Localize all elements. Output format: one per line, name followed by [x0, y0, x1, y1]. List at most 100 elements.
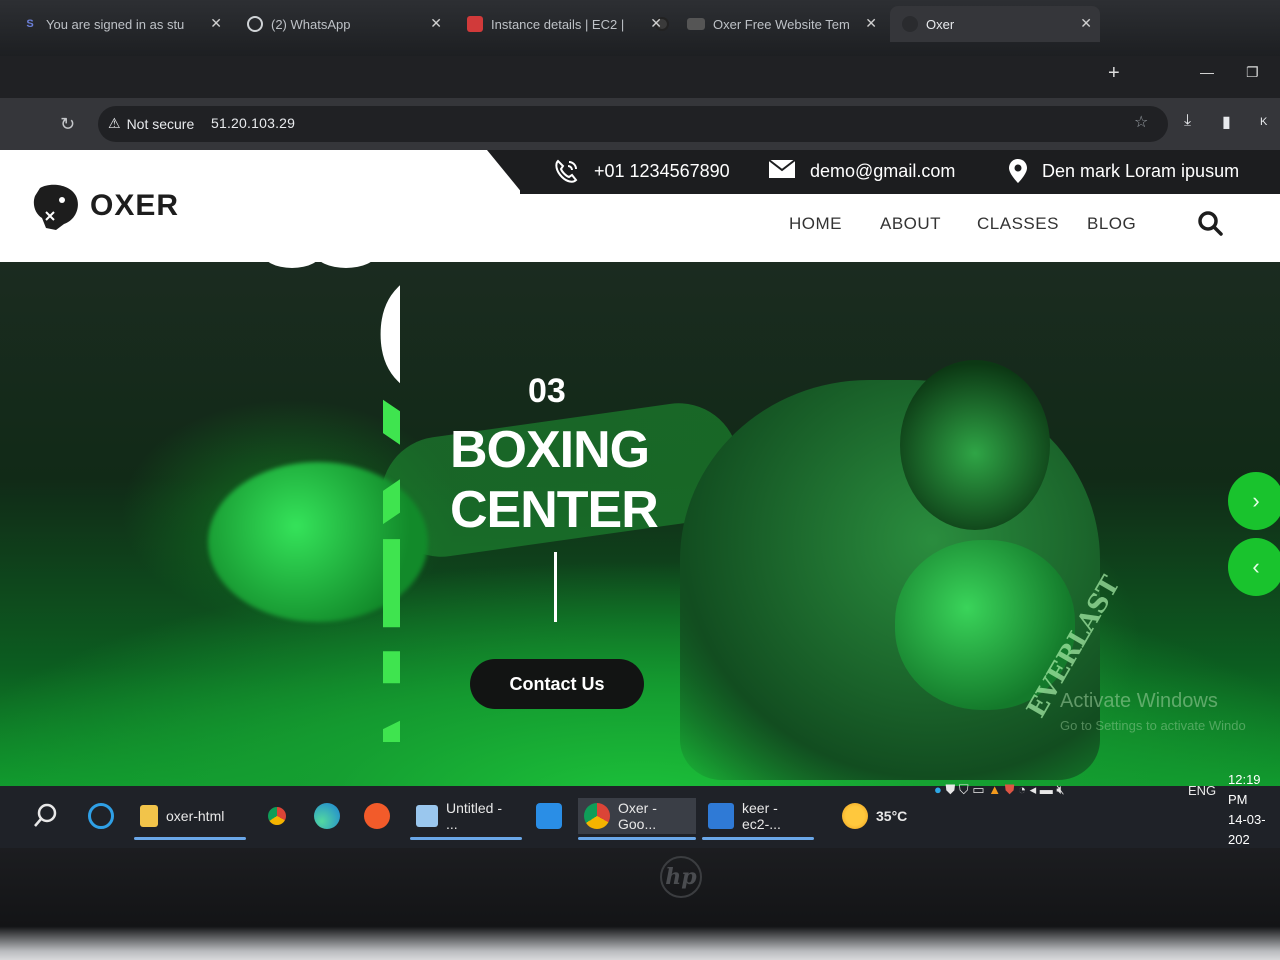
email-address: demo@gmail.com: [810, 160, 956, 181]
taskbar-edge[interactable]: [314, 798, 340, 834]
security-icon[interactable]: ⛉: [959, 782, 969, 797]
close-icon[interactable]: ✕: [1080, 15, 1092, 32]
active-indicator: [134, 837, 246, 840]
tab-title: (2) WhatsApp: [271, 16, 351, 32]
wifi-icon[interactable]: ◔: [1018, 782, 1026, 797]
tab-whatsapp[interactable]: (2) WhatsApp ✕: [235, 6, 450, 42]
taskbar-chrome-oxer[interactable]: Oxer - Goo...: [578, 798, 696, 840]
taskbar-label: keer - ec2-...: [742, 800, 781, 832]
battery-icon[interactable]: ▭: [972, 782, 984, 797]
address-contact[interactable]: Den mark Loram ipusum: [1008, 158, 1239, 184]
tray-icons[interactable]: ● ⛊ ⛉ ▭ ▲ ⛊ ◔ ◂ ▬ 🔇︎: [934, 782, 1065, 798]
tab-ec2[interactable]: Instance details | EC2 | ✕: [455, 6, 670, 42]
sun-icon: [842, 803, 868, 829]
slide-number: 03: [528, 372, 566, 410]
weather-temp: 35°C: [876, 808, 908, 824]
close-icon[interactable]: ✕: [650, 15, 662, 32]
globe-icon: [902, 16, 918, 32]
mail-icon: [768, 158, 796, 184]
phone-number: +01 1234567890: [594, 160, 730, 181]
taskbar-remote-desktop[interactable]: keer - ec2-...: [702, 798, 814, 840]
weather-widget[interactable]: 35°C: [842, 798, 907, 834]
address-text: Den mark Loram ipusum: [1042, 160, 1240, 181]
taskbar-wps[interactable]: [364, 798, 390, 834]
activate-windows-subtext: Go to Settings to activate Windo: [1060, 718, 1246, 733]
remote-desktop-icon: [708, 803, 734, 829]
search-icon: [34, 803, 57, 827]
vlc-icon[interactable]: ▲: [988, 782, 1001, 797]
page-icon: [687, 18, 705, 30]
vertical-letter-o: O: [342, 262, 400, 398]
tab-oxer[interactable]: Oxer ✕: [890, 6, 1100, 42]
active-indicator: [702, 837, 814, 840]
close-icon[interactable]: ✕: [210, 15, 222, 32]
volume-mute-icon[interactable]: 🔇︎: [1056, 782, 1064, 797]
reload-icon[interactable]: ↻: [60, 114, 75, 135]
cortana-button[interactable]: [88, 798, 114, 834]
folder-icon: [140, 805, 158, 827]
active-indicator: [410, 837, 522, 840]
nav-home[interactable]: HOME: [789, 214, 842, 234]
url-text[interactable]: 51.20.103.29: [211, 115, 295, 131]
tab-oxer-template[interactable]: Oxer Free Website Tem ✕: [675, 6, 885, 42]
notepad-icon: [416, 805, 438, 827]
language-indicator[interactable]: ENG: [1188, 783, 1216, 798]
hp-logo: hp: [660, 856, 702, 898]
side-panel-icon[interactable]: ▮: [1222, 112, 1231, 132]
power-icon[interactable]: ▬: [1040, 782, 1053, 797]
taskbar-label: Untitled - ...: [446, 800, 503, 832]
hero-title-line2: CENTER: [450, 481, 659, 539]
contact-us-button[interactable]: Contact Us: [470, 659, 644, 709]
flag-icon[interactable]: ◂: [1030, 782, 1037, 797]
minimize-icon[interactable]: —: [1200, 64, 1214, 80]
site-logo[interactable]: OXER: [32, 182, 179, 230]
profile-icon[interactable]: K: [1260, 116, 1267, 128]
whatsapp-icon: [247, 16, 263, 32]
taskbar-label: oxer-html: [166, 808, 225, 824]
phone-contact[interactable]: +01 1234567890: [552, 158, 730, 184]
browser-tab-bar: [0, 56, 1280, 98]
boxer-head: [900, 360, 1050, 530]
aws-icon: [467, 16, 483, 32]
search-icon[interactable]: [1197, 210, 1223, 236]
nav-classes[interactable]: CLASSES: [977, 214, 1059, 234]
clock-date: 14-03-202: [1228, 812, 1266, 847]
hero-title-line1: BOXING: [450, 421, 650, 479]
location-pin-icon: [1008, 158, 1028, 184]
tab-signed-in[interactable]: S You are signed in as stu ✕: [10, 6, 230, 42]
laptop-bezel-bottom: [0, 848, 1280, 960]
tab-title: You are signed in as stu: [46, 16, 185, 32]
chrome-icon: [584, 803, 610, 829]
shield-icon[interactable]: ⛊: [945, 782, 955, 797]
prev-slide-button[interactable]: ‹: [1228, 538, 1280, 596]
skype-icon[interactable]: ●: [934, 782, 942, 797]
close-icon[interactable]: ✕: [430, 15, 442, 32]
taskbar-chrome[interactable]: [264, 798, 290, 834]
tab-title: Oxer Free Website Tem: [713, 16, 850, 32]
security-indicator[interactable]: ⚠ Not secure: [108, 115, 194, 132]
search-button[interactable]: [32, 798, 60, 834]
boxing-glove-icon: [32, 182, 80, 230]
maximize-icon[interactable]: ❐: [1246, 64, 1259, 81]
download-icon[interactable]: ⤓: [1184, 112, 1191, 130]
nav-blog[interactable]: BLOG: [1087, 214, 1136, 234]
next-slide-button[interactable]: ›: [1228, 472, 1280, 530]
active-indicator: [578, 837, 696, 840]
chevron-left-icon: ‹: [1252, 554, 1260, 579]
email-contact[interactable]: demo@gmail.com: [768, 158, 955, 184]
bookmark-star-icon[interactable]: ☆: [1134, 112, 1148, 132]
antivirus-icon[interactable]: ⛊: [1005, 782, 1015, 797]
taskbar-label: Oxer - Goo...: [618, 800, 657, 832]
system-clock[interactable]: 12:19 PM 14-03-202: [1228, 770, 1280, 850]
warning-icon: ⚠: [108, 115, 121, 131]
nav-about[interactable]: ABOUT: [880, 214, 941, 234]
taskbar-explorer[interactable]: oxer-html: [134, 798, 246, 840]
security-label: Not secure: [126, 115, 195, 132]
logo-text: OXER: [90, 189, 180, 222]
vscode-icon: [536, 803, 562, 829]
new-tab-button[interactable]: +: [1108, 62, 1120, 85]
vertical-oxer-text: OXER: [342, 262, 400, 742]
taskbar-vscode[interactable]: [536, 798, 562, 834]
taskbar-notepad[interactable]: Untitled - ...: [410, 798, 522, 840]
close-icon[interactable]: ✕: [865, 15, 877, 32]
